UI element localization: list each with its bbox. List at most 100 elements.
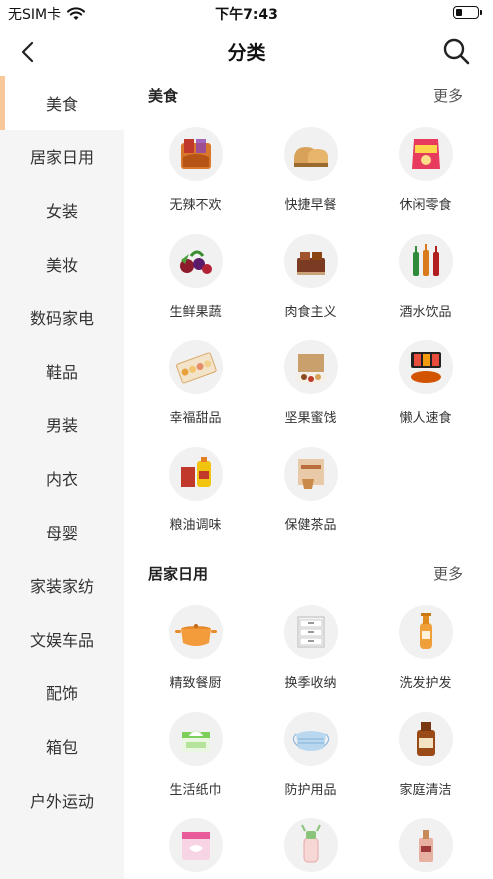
subcategory-item[interactable]: 保健茶品: [253, 434, 368, 541]
sidebar-item-label: 男装: [45, 416, 78, 436]
section-header: 美食 更多: [124, 76, 493, 114]
subcategory-label: 家庭清洁: [399, 782, 452, 798]
subcategory-item[interactable]: 精致餐厨: [138, 592, 253, 699]
subcategory-image: [398, 711, 453, 766]
page-title: 分类: [227, 42, 266, 64]
subcategory-label: 懒人速食: [399, 411, 452, 426]
sidebar-item[interactable]: 女装: [0, 183, 124, 237]
subcategory-image: [283, 711, 338, 766]
subcategory-image: [283, 233, 338, 288]
subcategory-item[interactable]: 洗发护发: [368, 592, 483, 699]
subcategory-item[interactable]: 无辣不欢: [138, 114, 253, 221]
sidebar-item-label: 家装家纺: [29, 577, 94, 597]
bread-icon: [293, 147, 328, 167]
more-link[interactable]: 更多: [433, 85, 463, 106]
instant-noodles-icon: [410, 352, 441, 383]
subcategory-item[interactable]: 家庭清洁: [368, 699, 483, 806]
subcategory-item[interactable]: 粮油调味: [138, 434, 253, 541]
sidebar-item[interactable]: 配饰: [0, 666, 124, 720]
subcategory-image: [398, 233, 453, 288]
subcategory-item[interactable]: 休闲零食: [368, 114, 483, 221]
subcategory-label: 休闲零食: [399, 198, 452, 213]
subcategory-label: 粮油调味: [169, 517, 222, 533]
subcategory-image: [168, 446, 223, 501]
subcategory-item[interactable]: [368, 805, 483, 879]
subcategory-image: [398, 818, 453, 872]
subcategory-label: 幸福甜品: [169, 411, 222, 426]
sidebar-item-label: 文娱车品: [29, 630, 94, 650]
subcategory-image: [168, 818, 223, 872]
subcategory-item[interactable]: [253, 805, 368, 879]
sidebar-item-label: 美食: [45, 94, 78, 114]
sidebar-item[interactable]: 家装家纺: [0, 558, 124, 612]
search-icon[interactable]: [441, 36, 471, 66]
subcategory-image: [283, 818, 338, 872]
subcategory-label: 洗发护发: [399, 676, 452, 691]
back-arrow-icon[interactable]: [14, 38, 42, 66]
subcategory-label: 生活纸巾: [169, 782, 222, 798]
chips-bag-icon: [411, 139, 440, 169]
subcategory-label: 生鲜果蔬: [169, 304, 222, 320]
subcategory-item[interactable]: 生活纸巾: [138, 699, 253, 806]
sidebar-item[interactable]: 内衣: [0, 451, 124, 505]
category-content: 美食 更多 无辣不欢 快捷早餐 休闲零食 生鲜果蔬 肉食主义 酒水饮品 幸福甜品 坚果蜜饯 懒人速食…: [124, 76, 493, 879]
category-section: 居家日用 更多精致餐厨 换季收纳 洗发护发生活纸巾 防护用品 家庭清洁: [124, 554, 493, 879]
sidebar-item-label: 母婴: [45, 523, 78, 543]
subcategory-label: 快捷早餐: [284, 198, 337, 213]
sidebar-item-label: 居家日用: [29, 148, 94, 168]
subcategory-grid: 无辣不欢 快捷早餐 休闲零食生鲜果蔬 肉食主义 酒水饮品幸福甜品 坚果蜜饯 懒人速食粮油调味…: [138, 114, 493, 540]
sidebar-item[interactable]: 美食: [0, 76, 124, 130]
sidebar-item-label: 内衣: [45, 469, 78, 489]
battery-icon: [453, 6, 482, 19]
subcategory-label: 无辣不欢: [169, 198, 222, 213]
sidebar-item[interactable]: 居家日用: [0, 130, 124, 184]
meat-icon: [296, 251, 325, 275]
nuts-gift-box-icon: [294, 354, 327, 384]
section-title: 居家日用: [148, 565, 209, 583]
subcategory-grid: 精致餐厨 换季收纳 洗发护发生活纸巾 防护用品 家庭清洁: [138, 592, 493, 879]
subcategory-image: [398, 340, 453, 394]
sidebar-item-label: 配饰: [45, 684, 78, 704]
sidebar-item-label: 女装: [45, 201, 78, 221]
category-section: 美食 更多无辣不欢 快捷早餐 休闲零食生鲜果蔬 肉食主义 酒水饮品幸福甜品 坚果蜜饯 懒人速食…: [124, 76, 493, 540]
sidebar-item-label: 数码家电: [29, 309, 94, 329]
sidebar-item-label: 美妆: [45, 255, 78, 275]
section-title: 美食: [148, 87, 179, 105]
sidebar-item[interactable]: 箱包: [0, 719, 124, 773]
subcategory-image: [168, 711, 223, 766]
tea-box-icon: [297, 458, 324, 489]
subcategory-item[interactable]: [138, 805, 253, 879]
subcategory-image: [283, 446, 338, 501]
subcategory-label: 保健茶品: [284, 517, 337, 533]
sidebar-item[interactable]: 文娱车品: [0, 612, 124, 666]
sidebar-item[interactable]: 鞋品: [0, 344, 124, 398]
subcategory-label: 防护用品: [284, 782, 337, 798]
more-link[interactable]: 更多: [433, 563, 463, 584]
status-bar: 无SIM卡 下午7:43: [0, 0, 493, 26]
subcategory-item[interactable]: 换季收纳: [253, 592, 368, 699]
nav-bar: 分类: [0, 26, 493, 76]
subcategory-item[interactable]: 懒人速食: [368, 327, 483, 434]
category-sidebar: 美食居家日用女装美妆数码家电鞋品男装内衣母婴家装家纺文娱车品配饰箱包 户外运动: [0, 76, 124, 879]
subcategory-item[interactable]: 防护用品: [253, 699, 368, 806]
sidebar-item[interactable]: 美妆: [0, 237, 124, 291]
sidebar-item[interactable]: 男装: [0, 398, 124, 452]
subcategory-item[interactable]: 幸福甜品: [138, 327, 253, 434]
subcategory-item[interactable]: 快捷早餐: [253, 114, 368, 221]
subcategory-image: [398, 127, 453, 181]
subcategory-item[interactable]: 肉食主义: [253, 221, 368, 328]
subcategory-label: 酒水饮品: [399, 304, 452, 320]
subcategory-item[interactable]: 坚果蜜饯: [253, 327, 368, 434]
subcategory-image: [283, 127, 338, 181]
cooking-pot-icon: [174, 624, 217, 646]
sidebar-item[interactable]: 户外运动: [0, 773, 124, 827]
subcategory-item[interactable]: 酒水饮品: [368, 221, 483, 328]
dessert-box-icon: [175, 352, 217, 384]
sidebar-item[interactable]: 母婴: [0, 505, 124, 559]
sidebar-item[interactable]: 数码家电: [0, 290, 124, 344]
subcategory-image: [168, 605, 223, 659]
subcategory-image: [283, 605, 338, 659]
subcategory-item[interactable]: 生鲜果蔬: [138, 221, 253, 328]
subcategory-image: [168, 127, 223, 181]
subcategory-image: [283, 340, 338, 394]
